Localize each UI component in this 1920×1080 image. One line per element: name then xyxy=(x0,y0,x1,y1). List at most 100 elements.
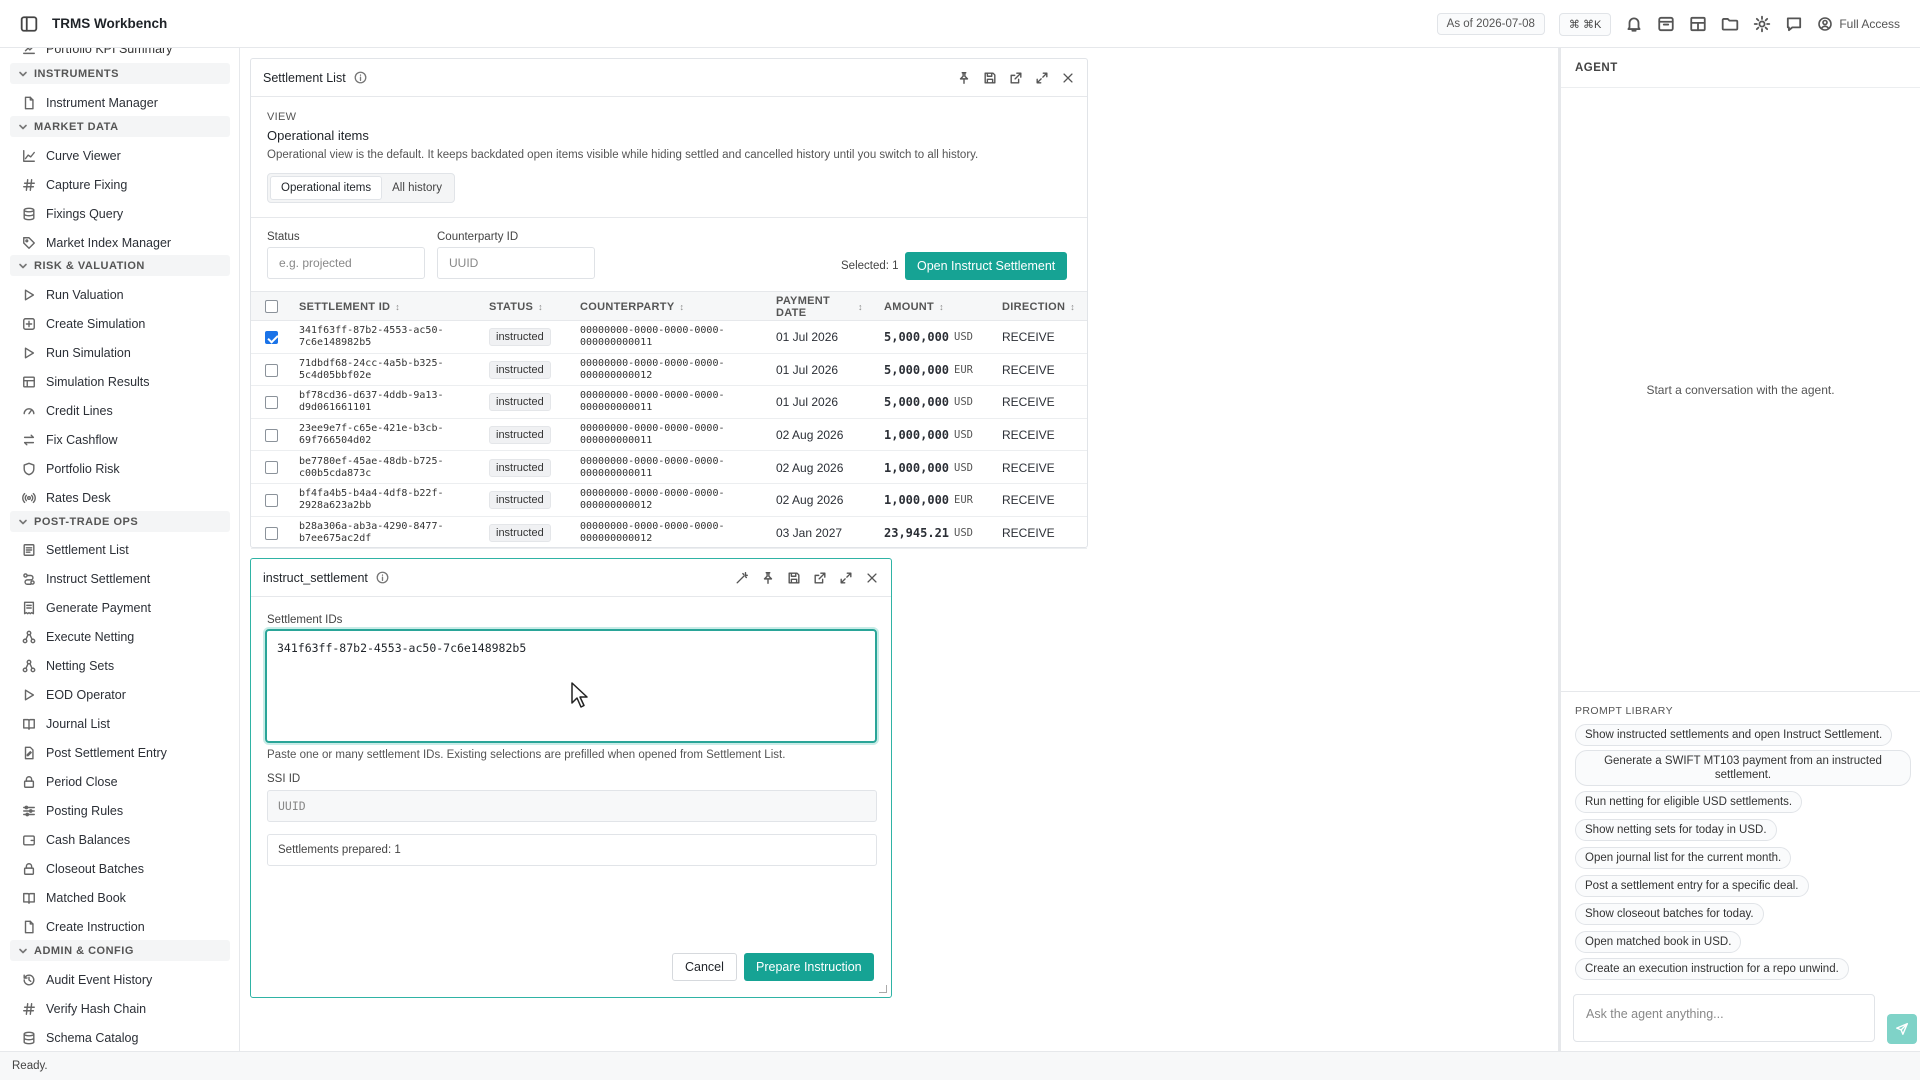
sidebar-item-create-instruction[interactable]: Create Instruction xyxy=(22,917,145,937)
close-icon[interactable] xyxy=(865,571,879,585)
table-row[interactable]: 71dbdf68-24cc-4a5b-b325- 5c4d05bbf02e inst… xyxy=(251,354,1087,387)
sidebar-item-netting-sets[interactable]: Netting Sets xyxy=(22,656,114,676)
external-link-icon[interactable] xyxy=(813,571,827,585)
column-counterparty[interactable]: COUNTERPARTY ↕ xyxy=(580,292,684,322)
sidebar-item-portfolio-kpi-summary[interactable]: Portfolio KPI Summary xyxy=(22,48,172,56)
sidebar-item-posting-rules[interactable]: Posting Rules xyxy=(22,801,123,821)
pin-icon[interactable] xyxy=(957,71,971,85)
sidebar-item-eod-operator[interactable]: EOD Operator xyxy=(22,685,126,705)
save-icon[interactable] xyxy=(983,71,997,85)
prompt-chip[interactable]: Create an execution instruction for a re… xyxy=(1575,958,1849,980)
row-checkbox[interactable] xyxy=(265,396,278,410)
prompt-chip[interactable]: Run netting for eligible USD settlements… xyxy=(1575,791,1803,813)
row-checkbox[interactable] xyxy=(265,526,278,540)
sidebar-item-cash-balances[interactable]: Cash Balances xyxy=(22,830,130,850)
table-row[interactable]: 23ee9e7f-c65e-421e-b3cb- 69f766504d02 inst… xyxy=(251,419,1087,452)
section-market-data[interactable]: MARKET DATA xyxy=(10,116,230,137)
row-checkbox[interactable] xyxy=(265,493,278,507)
sidebar-item-fixings-query[interactable]: Fixings Query xyxy=(22,204,123,224)
row-checkbox[interactable] xyxy=(265,461,278,475)
sidebar-item-verify-hash-chain[interactable]: Verify Hash Chain xyxy=(22,999,146,1019)
section-post-trade-ops[interactable]: POST-TRADE OPS xyxy=(10,511,230,532)
sidebar-item-settlement-list[interactable]: Settlement List xyxy=(22,540,129,560)
row-checkbox[interactable] xyxy=(265,363,278,377)
sidebar-item-curve-viewer[interactable]: Curve Viewer xyxy=(22,146,121,166)
layout-icon[interactable] xyxy=(1689,15,1707,33)
access-indicator[interactable]: Full Access xyxy=(1817,16,1900,32)
sidebar-toggle-icon[interactable] xyxy=(20,15,38,33)
column-status[interactable]: STATUS ↕ xyxy=(489,292,543,322)
tab-all-history[interactable]: All history xyxy=(382,176,452,200)
prompt-chip[interactable]: Open matched book in USD. xyxy=(1575,931,1742,953)
section-admin-config[interactable]: ADMIN & CONFIG xyxy=(10,940,230,961)
sidebar-item-simulation-results[interactable]: Simulation Results xyxy=(22,372,150,392)
chat-icon[interactable] xyxy=(1785,15,1803,33)
resize-handle[interactable] xyxy=(879,985,887,993)
sidebar-item-post-settlement-entry[interactable]: Post Settlement Entry xyxy=(22,743,167,763)
open-instruct-settlement-button[interactable]: Open Instruct Settlement xyxy=(905,252,1068,280)
close-icon[interactable] xyxy=(1061,71,1075,85)
column-payment-date[interactable]: PAYMENT DATE xyxy=(776,292,830,322)
sidebar-item-execute-netting[interactable]: Execute Netting xyxy=(22,627,134,647)
inbox-icon[interactable] xyxy=(1657,15,1675,33)
sidebar-item-audit-event-history[interactable]: Audit Event History xyxy=(22,970,152,990)
sidebar-item-credit-lines[interactable]: Credit Lines xyxy=(22,401,113,421)
status-filter-input[interactable]: e.g. projected xyxy=(267,247,425,279)
expand-icon[interactable] xyxy=(1035,71,1049,85)
sidebar-item-instrument-manager[interactable]: Instrument Manager xyxy=(22,93,158,113)
sidebar-item-fix-cashflow[interactable]: Fix Cashflow xyxy=(22,430,118,450)
sidebar-item-generate-payment[interactable]: Generate Payment xyxy=(22,598,151,618)
magic-wand-icon[interactable] xyxy=(735,571,749,585)
section-risk-valuation[interactable]: RISK & VALUATION xyxy=(10,255,230,276)
table-row[interactable]: 341f63ff-87b2-4553-ac50- 7c6e148982b5 inst… xyxy=(251,321,1087,354)
prompt-chip[interactable]: Show netting sets for today in USD. xyxy=(1575,819,1777,841)
sidebar-item-period-close[interactable]: Period Close xyxy=(22,772,118,792)
sidebar-item-rates-desk[interactable]: Rates Desk xyxy=(22,488,111,508)
info-icon[interactable] xyxy=(376,571,389,584)
prompt-chip[interactable]: Post a settlement entry for a specific d… xyxy=(1575,875,1809,897)
info-icon[interactable] xyxy=(354,71,367,84)
prepare-instruction-button[interactable]: Prepare Instruction xyxy=(744,953,874,981)
external-link-icon[interactable] xyxy=(1009,71,1023,85)
sidebar-item-schema-catalog[interactable]: Schema Catalog xyxy=(22,1028,138,1048)
column-direction[interactable]: DIRECTION ↕ xyxy=(1002,292,1075,322)
sidebar-item-run-simulation[interactable]: Run Simulation xyxy=(22,343,131,363)
sidebar-item-market-index-manager[interactable]: Market Index Manager xyxy=(22,233,171,253)
row-checkbox[interactable] xyxy=(265,331,278,344)
save-icon[interactable] xyxy=(787,571,801,585)
table-row[interactable]: be7780ef-45ae-48db-b725- c00b5cda873c inst… xyxy=(251,451,1087,484)
pin-icon[interactable] xyxy=(761,571,775,585)
sidebar-item-capture-fixing[interactable]: Capture Fixing xyxy=(22,175,127,195)
sidebar-item-create-simulation[interactable]: Create Simulation xyxy=(22,314,145,334)
bell-icon[interactable] xyxy=(1625,15,1643,33)
expand-icon[interactable] xyxy=(839,571,853,585)
select-all-checkbox[interactable] xyxy=(265,300,278,313)
as-of-date-button[interactable]: As of 2026-07-08 xyxy=(1436,13,1545,35)
agent-prompt-input[interactable]: Ask the agent anything... xyxy=(1573,994,1875,1042)
prompt-chip[interactable]: Show instructed settlements and open Ins… xyxy=(1575,724,1893,746)
sidebar-item-journal-list[interactable]: Journal List xyxy=(22,714,110,734)
sidebar-item-matched-book[interactable]: Matched Book xyxy=(22,888,126,908)
section-instruments[interactable]: INSTRUMENTS xyxy=(10,63,230,84)
sidebar-item-run-valuation[interactable]: Run Valuation xyxy=(22,285,124,305)
cancel-button[interactable]: Cancel xyxy=(672,953,737,981)
gear-icon[interactable] xyxy=(1753,15,1771,33)
sidebar-item-closeout-batches[interactable]: Closeout Batches xyxy=(22,859,144,879)
folder-icon[interactable] xyxy=(1721,15,1739,33)
table-row[interactable]: b28a306a-ab3a-4290-8477- b7ee675ac2df inst… xyxy=(251,517,1087,550)
send-button[interactable] xyxy=(1887,1014,1917,1044)
column-amount[interactable]: AMOUNT ↕ xyxy=(884,292,944,322)
prompt-chip[interactable]: Generate a SWIFT MT103 payment from an i… xyxy=(1575,750,1911,786)
command-palette-button[interactable]: ⌘ ⌘K xyxy=(1558,12,1612,36)
row-checkbox[interactable] xyxy=(265,428,278,442)
prompt-chip[interactable]: Show closeout batches for today. xyxy=(1575,903,1764,925)
table-row[interactable]: bf78cd36-d637-4ddb-9a13- d9d061661101 inst… xyxy=(251,386,1087,419)
sidebar-item-portfolio-risk[interactable]: Portfolio Risk xyxy=(22,459,120,479)
prompt-chip[interactable]: Open journal list for the current month. xyxy=(1575,847,1792,869)
table-row[interactable]: bf4fa4b5-b4a4-4df8-b22f- 2928a623a2bb inst… xyxy=(251,484,1087,517)
counterparty-filter-input[interactable]: UUID xyxy=(437,247,595,279)
ssi-id-input[interactable]: UUID xyxy=(267,790,877,822)
tab-operational-items[interactable]: Operational items xyxy=(270,176,383,200)
sidebar-item-instruct-settlement[interactable]: Instruct Settlement xyxy=(22,569,150,589)
column-settlement-id[interactable]: SETTLEMENT ID ↕ xyxy=(299,292,400,322)
